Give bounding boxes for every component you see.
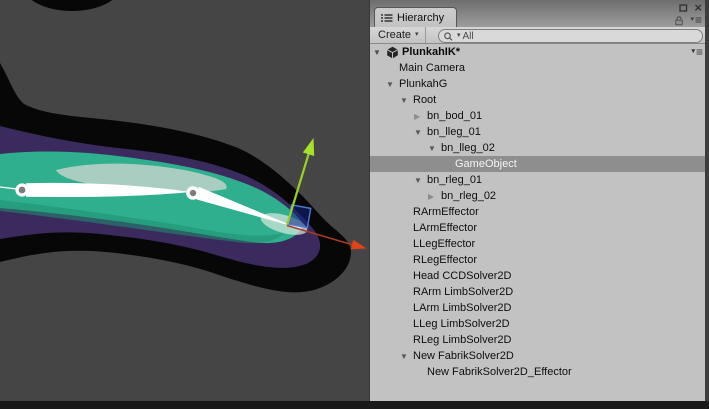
hierarchy-row-new-fabriksolver2d-effector[interactable]: New FabrikSolver2D_Effector bbox=[370, 364, 709, 380]
hierarchy-row-new-fabriksolver2d[interactable]: ▼New FabrikSolver2D bbox=[370, 348, 709, 364]
hierarchy-item-label: bn_lleg_01 bbox=[427, 126, 481, 138]
hierarchy-item-label: LLegEffector bbox=[413, 238, 475, 250]
hierarchy-item-label: RArm LimbSolver2D bbox=[413, 286, 513, 298]
hierarchy-row-llegeffector[interactable]: LLegEffector bbox=[370, 236, 709, 252]
hierarchy-row-bn-lleg-01[interactable]: ▼bn_lleg_01 bbox=[370, 124, 709, 140]
window-right-edge bbox=[705, 0, 709, 409]
tab-label: Hierarchy bbox=[397, 12, 444, 24]
hierarchy-item-label: GameObject bbox=[455, 158, 517, 170]
hierarchy-item-label: RLegEffector bbox=[413, 254, 477, 266]
hierarchy-item-label: New FabrikSolver2D_Effector bbox=[427, 366, 572, 378]
unity-editor-window: Hierarchy × ▾ ≡ bbox=[0, 0, 709, 409]
hierarchy-item-label: LArm LimbSolver2D bbox=[413, 302, 511, 314]
pane-menu-icon[interactable]: ▾ ≡ bbox=[690, 15, 702, 25]
hierarchy-item-label: Main Camera bbox=[399, 62, 465, 74]
window-bottom-edge bbox=[0, 401, 709, 409]
hierarchy-item-label: RLeg LimbSolver2D bbox=[413, 334, 511, 346]
hierarchy-row-larmeffector[interactable]: LArmEffector bbox=[370, 220, 709, 236]
hierarchy-row-bn-lleg-02[interactable]: ▼bn_lleg_02 bbox=[370, 140, 709, 156]
close-icon[interactable]: × bbox=[694, 3, 702, 13]
hierarchy-row-root[interactable]: ▼Root bbox=[370, 92, 709, 108]
hierarchy-item-label: PlunkahG bbox=[399, 78, 447, 90]
search-filter-label: All bbox=[463, 31, 474, 42]
hierarchy-item-label: bn_rleg_02 bbox=[441, 190, 496, 202]
foldout-expanded-icon[interactable]: ▼ bbox=[400, 96, 413, 105]
hierarchy-toolbar: Create ▾ ▾ All bbox=[370, 27, 709, 44]
hierarchy-row-bn-bod-01[interactable]: ▶bn_bod_01 bbox=[370, 108, 709, 124]
search-icon[interactable] bbox=[443, 31, 455, 42]
scene-view[interactable] bbox=[0, 0, 369, 409]
panel-tab-strip: Hierarchy × ▾ ≡ bbox=[370, 0, 709, 27]
tab-hierarchy[interactable]: Hierarchy bbox=[374, 7, 457, 27]
hierarchy-row-plunkahg[interactable]: ▼PlunkahG bbox=[370, 76, 709, 92]
hierarchy-item-label: Root bbox=[413, 94, 436, 106]
foldout-expanded-icon[interactable]: ▼ bbox=[414, 176, 427, 185]
scene-canvas[interactable] bbox=[0, 0, 369, 409]
search-input[interactable]: ▾ All bbox=[438, 29, 703, 43]
lock-icon[interactable] bbox=[674, 15, 684, 26]
hierarchy-row-rleg-limbsolver2d[interactable]: RLeg LimbSolver2D bbox=[370, 332, 709, 348]
window-controls: × ▾ ≡ bbox=[674, 2, 702, 26]
hierarchy-row-rarmeffector[interactable]: RArmEffector bbox=[370, 204, 709, 220]
search-filter-dropdown-icon[interactable]: ▾ bbox=[457, 32, 461, 40]
hierarchy-list: Main Camera▼PlunkahG▼Root▶bn_bod_01▼bn_l… bbox=[370, 60, 709, 380]
hierarchy-row-rlegeffector[interactable]: RLegEffector bbox=[370, 252, 709, 268]
hierarchy-panel: Hierarchy × ▾ ≡ bbox=[369, 0, 709, 409]
scene-root-row[interactable]: ▼ PlunkahIK* ▾ ≡ bbox=[370, 44, 709, 60]
hierarchy-item-label: bn_rleg_01 bbox=[427, 174, 482, 186]
create-button-label: Create bbox=[378, 29, 411, 41]
foldout-expanded-icon[interactable]: ▼ bbox=[386, 80, 399, 89]
bone-joint-dot bbox=[19, 187, 26, 194]
hierarchy-row-main-camera[interactable]: Main Camera bbox=[370, 60, 709, 76]
bone-joint-dot bbox=[190, 190, 196, 196]
maximize-icon[interactable] bbox=[679, 3, 688, 13]
hierarchy-row-bn-rleg-01[interactable]: ▼bn_rleg_01 bbox=[370, 172, 709, 188]
foldout-collapsed-icon[interactable]: ▶ bbox=[428, 192, 441, 201]
hierarchy-item-label: bn_lleg_02 bbox=[441, 142, 495, 154]
hierarchy-item-label: New FabrikSolver2D bbox=[413, 350, 514, 362]
foldout-collapsed-icon[interactable]: ▶ bbox=[414, 112, 427, 121]
hierarchy-item-label: RArmEffector bbox=[413, 206, 479, 218]
foldout-expanded-icon[interactable]: ▼ bbox=[400, 352, 413, 361]
hierarchy-item-label: bn_bod_01 bbox=[427, 110, 482, 122]
scene-pane-menu-icon[interactable]: ▾ ≡ bbox=[691, 47, 703, 57]
hierarchy-row-larm-limbsolver2d[interactable]: LArm LimbSolver2D bbox=[370, 300, 709, 316]
foldout-expanded-icon[interactable]: ▼ bbox=[428, 144, 441, 153]
hierarchy-row-bn-rleg-02[interactable]: ▶bn_rleg_02 bbox=[370, 188, 709, 204]
hierarchy-row-rarm-limbsolver2d[interactable]: RArm LimbSolver2D bbox=[370, 284, 709, 300]
foldout-expanded-icon[interactable]: ▼ bbox=[373, 48, 383, 57]
hierarchy-item-label: LArmEffector bbox=[413, 222, 477, 234]
unity-cube-icon bbox=[386, 46, 399, 59]
dropdown-arrow-icon: ▾ bbox=[415, 31, 419, 39]
hierarchy-row-lleg-limbsolver2d[interactable]: LLeg LimbSolver2D bbox=[370, 316, 709, 332]
hierarchy-item-label: LLeg LimbSolver2D bbox=[413, 318, 510, 330]
scene-root-label: PlunkahIK* bbox=[402, 46, 460, 58]
hierarchy-item-label: Head CCDSolver2D bbox=[413, 270, 511, 282]
hierarchy-row-head-ccdsolver2d[interactable]: Head CCDSolver2D bbox=[370, 268, 709, 284]
hierarchy-list-icon bbox=[381, 13, 393, 23]
hierarchy-row-gameobject[interactable]: GameObject bbox=[370, 156, 709, 172]
create-button[interactable]: Create ▾ bbox=[370, 27, 426, 43]
foldout-expanded-icon[interactable]: ▼ bbox=[414, 128, 427, 137]
